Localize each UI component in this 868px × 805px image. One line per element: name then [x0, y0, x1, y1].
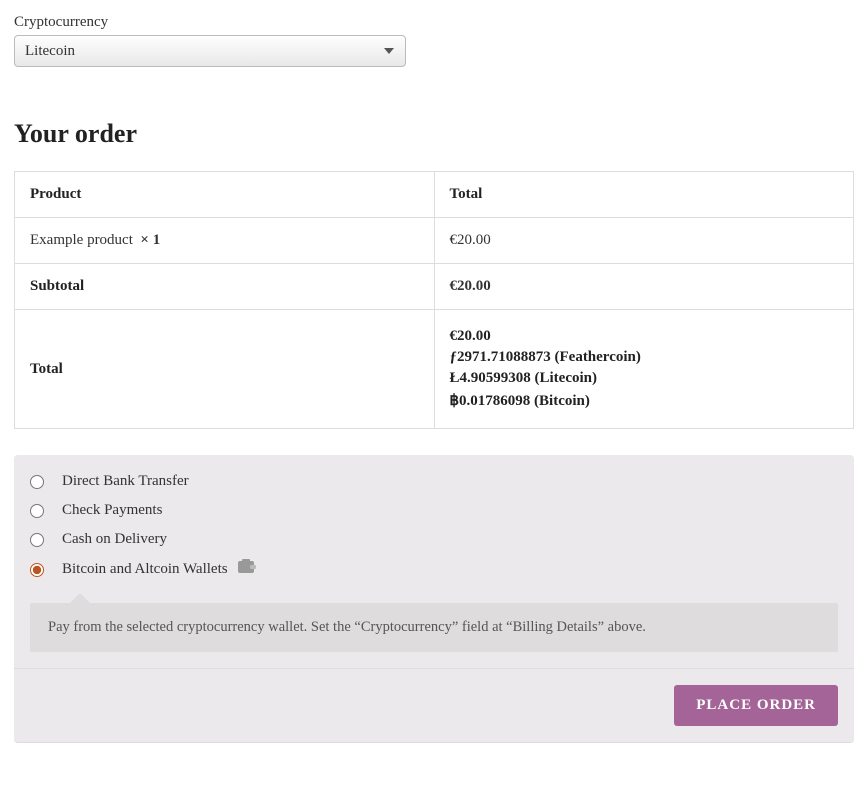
- table-header-row: Product Total: [15, 172, 854, 218]
- subtotal-row: Subtotal €20.00: [15, 264, 854, 310]
- payment-label-cod: Cash on Delivery: [62, 531, 167, 548]
- table-row: Example product × 1 €20.00: [15, 218, 854, 264]
- header-total: Total: [434, 172, 854, 218]
- payment-methods-box: Direct Bank Transfer Check Payments Cash…: [14, 455, 854, 743]
- total-bitcoin: ฿0.01786098 (Bitcoin): [450, 391, 839, 410]
- your-order-heading: Your order: [14, 119, 854, 149]
- product-cell: Example product × 1: [15, 218, 435, 264]
- product-name: Example product: [30, 232, 133, 248]
- total-row: Total €20.00 ƒ2971.71088873 (Feathercoin…: [15, 310, 854, 429]
- payment-method-description: Pay from the selected cryptocurrency wal…: [30, 603, 838, 652]
- cryptocurrency-label: Cryptocurrency: [14, 14, 854, 31]
- total-eur: €20.00: [450, 328, 839, 345]
- product-total: €20.00: [434, 218, 854, 264]
- payment-label-bank: Direct Bank Transfer: [62, 473, 189, 490]
- wallet-icon: [238, 559, 256, 578]
- total-values: €20.00 ƒ2971.71088873 (Feathercoin) Ł4.9…: [434, 310, 854, 429]
- cryptocurrency-select-wrap: Litecoin: [14, 35, 406, 67]
- total-label: Total: [15, 310, 435, 429]
- total-litecoin: Ł4.90599308 (Litecoin): [450, 370, 839, 387]
- payment-method-wallets[interactable]: Bitcoin and Altcoin Wallets: [30, 554, 838, 585]
- payment-method-check[interactable]: Check Payments: [30, 496, 838, 525]
- total-feathercoin: ƒ2971.71088873 (Feathercoin): [450, 349, 839, 366]
- subtotal-value: €20.00: [434, 264, 854, 310]
- place-order-row: PLACE ORDER: [14, 668, 854, 742]
- payment-method-bank[interactable]: Direct Bank Transfer: [30, 467, 838, 496]
- payment-radio-cod[interactable]: [30, 533, 44, 547]
- payment-methods-list: Direct Bank Transfer Check Payments Cash…: [14, 455, 854, 593]
- order-review-table: Product Total Example product × 1 €20.00…: [14, 171, 854, 429]
- payment-radio-bank[interactable]: [30, 475, 44, 489]
- place-order-button[interactable]: PLACE ORDER: [674, 685, 838, 726]
- payment-label-check: Check Payments: [62, 502, 162, 519]
- subtotal-label: Subtotal: [15, 264, 435, 310]
- payment-label-wallets: Bitcoin and Altcoin Wallets: [62, 561, 228, 578]
- payment-radio-check[interactable]: [30, 504, 44, 518]
- cryptocurrency-select[interactable]: Litecoin: [14, 35, 406, 67]
- product-quantity: × 1: [140, 232, 160, 248]
- payment-method-cod[interactable]: Cash on Delivery: [30, 525, 838, 554]
- payment-radio-wallets[interactable]: [30, 563, 44, 577]
- header-product: Product: [15, 172, 435, 218]
